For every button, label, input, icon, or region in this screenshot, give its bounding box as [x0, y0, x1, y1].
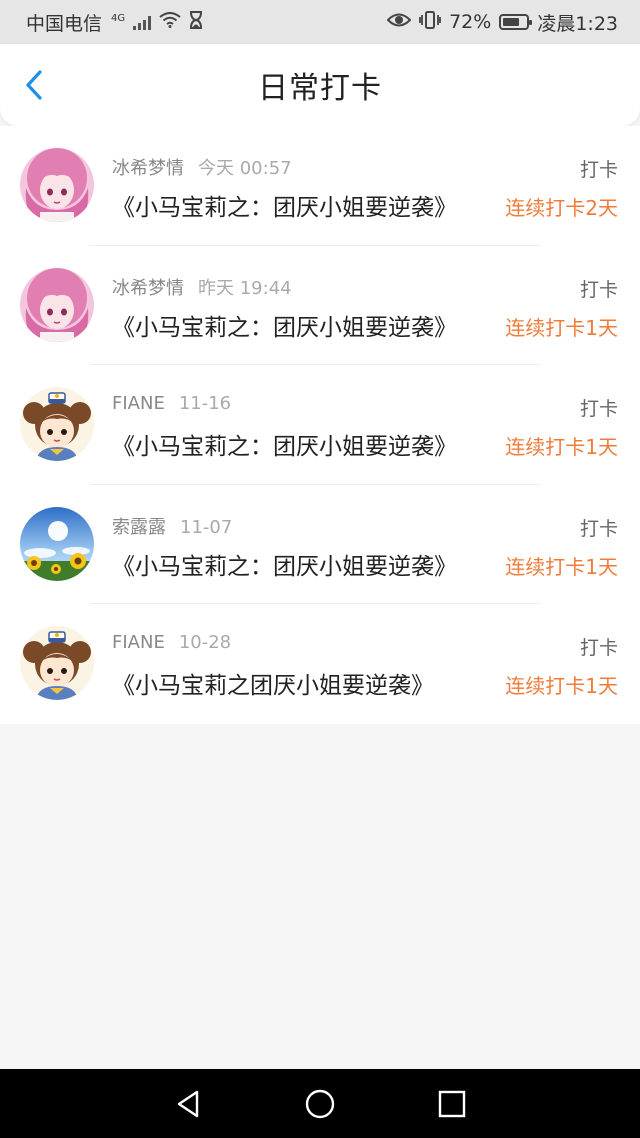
- streak-label: 连续打卡1天: [505, 674, 618, 699]
- sunflower-avatar-icon: [20, 506, 94, 581]
- entry-meta: 冰希梦情 昨天 19:44: [112, 274, 292, 300]
- nav-home-button[interactable]: [302, 1086, 338, 1122]
- status-right: 72% 凌晨1:23: [386, 9, 618, 36]
- entry-time: 10-28: [178, 632, 232, 654]
- anime-avatar-icon: [20, 148, 94, 222]
- entry-meta: 索露露 11-07: [112, 513, 232, 539]
- square-recents-icon: [438, 1090, 466, 1117]
- battery-percent: 72%: [449, 11, 492, 33]
- network-label: 4G: [111, 12, 126, 24]
- avatar[interactable]: [20, 267, 94, 342]
- status-bar: 中国电信 4G 72% 凌晨1:23: [0, 0, 640, 44]
- streak-label: 连续打卡1天: [505, 435, 618, 460]
- nav-back-button[interactable]: [170, 1086, 206, 1122]
- avatar[interactable]: [20, 506, 94, 581]
- avatar[interactable]: [20, 148, 94, 222]
- entry-time: 昨天 19:44: [198, 277, 292, 299]
- navigation-bar: [0, 1069, 640, 1138]
- book-title: 《小马宝莉之：团厌小姐要逆袭》: [112, 553, 457, 580]
- checkin-list: 冰希梦情 今天 00:57 《小马宝莉之：团厌小姐要逆袭》 打卡 连续打卡2天 冰…: [0, 126, 640, 724]
- page-title: 日常打卡: [258, 71, 382, 106]
- checkin-action[interactable]: 打卡: [580, 155, 618, 182]
- entry-meta: FIANE 11-16: [112, 393, 231, 414]
- book-title: 《小马宝莉之：团厌小姐要逆袭》: [112, 434, 457, 461]
- status-left: 中国电信 4G: [26, 9, 203, 36]
- user-name: 冰希梦情: [112, 158, 184, 179]
- streak-label: 连续打卡2天: [505, 196, 618, 220]
- list-item[interactable]: FIANE 11-16 《小马宝莉之：团厌小姐要逆袭》 打卡 连续打卡1天: [0, 365, 640, 485]
- checkin-action[interactable]: 打卡: [580, 633, 618, 660]
- status-time: 凌晨1:23: [537, 12, 618, 35]
- battery-icon: [499, 14, 533, 30]
- list-item[interactable]: 索露露 11-07 《小马宝莉之：团厌小姐要逆袭》 打卡 连续打卡1天: [0, 485, 640, 605]
- carrier-name: 中国电信: [26, 12, 103, 35]
- list-item[interactable]: 冰希梦情 昨天 19:44 《小马宝莉之：团厌小姐要逆袭》 打卡 连续打卡1天: [0, 246, 640, 366]
- cartoon-girl-avatar-icon: [20, 387, 94, 462]
- book-title: 《小马宝莉之：团厌小姐要逆袭》: [112, 314, 457, 341]
- wifi-icon: [159, 11, 181, 33]
- circle-home-icon: [305, 1089, 335, 1118]
- entry-time: 11-07: [180, 516, 233, 538]
- entry-time: 11-16: [178, 393, 232, 415]
- checkin-action[interactable]: 打卡: [580, 275, 618, 302]
- hourglass-icon: [189, 10, 203, 34]
- entry-meta: FIANE 10-28: [112, 632, 231, 653]
- cartoon-girl-avatar-icon: [20, 626, 94, 701]
- avatar[interactable]: [20, 387, 94, 462]
- user-name: FIANE: [112, 632, 165, 654]
- book-title: 《小马宝莉之团厌小姐要逆袭》: [112, 673, 434, 700]
- eye-icon: [386, 11, 412, 33]
- anime-avatar-icon: [20, 267, 94, 342]
- book-title: 《小马宝莉之：团厌小姐要逆袭》: [112, 195, 457, 221]
- avatar[interactable]: [20, 626, 94, 701]
- streak-label: 连续打卡1天: [505, 554, 618, 579]
- vibrate-icon: [419, 10, 441, 34]
- back-button[interactable]: [20, 68, 50, 102]
- streak-label: 连续打卡1天: [505, 315, 618, 340]
- chevron-left-icon: [26, 70, 42, 100]
- battery-fill: [503, 18, 520, 26]
- user-name: FIANE: [112, 393, 165, 415]
- checkin-action[interactable]: 打卡: [580, 514, 618, 541]
- list-item[interactable]: FIANE 10-28 《小马宝莉之团厌小姐要逆袭》 打卡 连续打卡1天: [0, 604, 640, 724]
- user-name: 索露露: [112, 516, 166, 538]
- nav-recents-button[interactable]: [434, 1086, 470, 1122]
- checkin-action[interactable]: 打卡: [580, 394, 618, 421]
- list-item[interactable]: 冰希梦情 今天 00:57 《小马宝莉之：团厌小姐要逆袭》 打卡 连续打卡2天: [0, 126, 640, 246]
- signal-icon: [133, 14, 152, 30]
- entry-time: 今天 00:57: [198, 158, 292, 179]
- app-header: 日常打卡: [0, 44, 640, 126]
- entry-meta: 冰希梦情 今天 00:57: [112, 154, 292, 180]
- triangle-back-icon: [177, 1090, 199, 1117]
- network-type: 4G: [110, 11, 125, 33]
- user-name: 冰希梦情: [112, 277, 184, 299]
